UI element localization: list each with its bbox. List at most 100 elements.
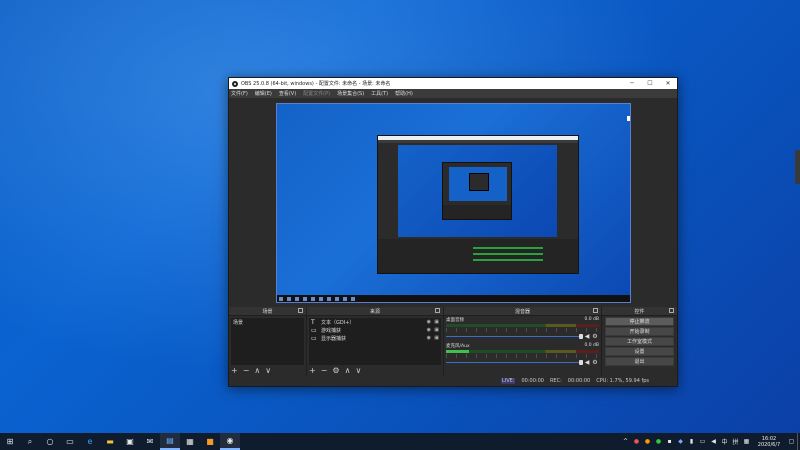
eye-icon[interactable]: ◉ (427, 327, 431, 333)
source-settings-button[interactable]: ⚙ (332, 366, 339, 375)
edge-icon[interactable]: e (80, 433, 100, 450)
move-scene-up-button[interactable]: ∧ (254, 366, 260, 375)
speaker-icon[interactable]: ◀ (583, 359, 591, 366)
obs-window: OBS 25.0.8 (64-bit, windows) - 配置文件: 未命名… (228, 77, 678, 387)
sources-dock-title: 来源 (369, 308, 380, 315)
sources-dock: 来源 T 文本（GDI+） ◉ ▣ ▭ 游戏捕获 ◉ ▣ ▭ 显示器捕获 ◉ ▣… (307, 307, 443, 376)
scenes-dock-title: 场景 (262, 308, 273, 315)
menu-help[interactable]: 帮助(H) (395, 90, 413, 97)
eye-icon[interactable]: ◉ (427, 319, 431, 325)
volume-icon[interactable]: ◀ (708, 438, 719, 445)
nested-obs-window (377, 135, 579, 274)
obs-logo-icon (232, 80, 238, 87)
window-titlebar[interactable]: OBS 25.0.8 (64-bit, windows) - 配置文件: 未命名… (229, 78, 677, 89)
screen-app-icon[interactable]: ▦ (180, 433, 200, 450)
sublime-icon[interactable]: ■ (200, 433, 220, 450)
sources-dock-header: 来源 (307, 307, 443, 316)
photos-icon[interactable]: ▤ (160, 433, 180, 450)
chevron-up-icon[interactable]: ^ (620, 438, 631, 445)
eye-icon[interactable]: ◉ (427, 335, 431, 341)
system-tray: ^ ● ● ● ▪ ◆ ▮ ▭ ◀ 中 拼 ▦ 16:02 2020/6/7 ▢ (620, 433, 800, 450)
undock-icon[interactable] (593, 308, 598, 313)
text-source-icon: T (311, 318, 315, 326)
exit-button[interactable]: 退出 (605, 357, 674, 366)
store-icon[interactable]: ▣ (120, 433, 140, 450)
controls-dock: 控件 停止推流 开始录制 工作室模式 设置 退出 (602, 307, 677, 376)
preview-canvas[interactable] (276, 103, 631, 303)
menu-file[interactable]: 文件(F) (231, 90, 248, 97)
volume-slider[interactable] (446, 333, 583, 339)
clock[interactable]: 16:02 2020/6/7 (752, 436, 786, 448)
preview-taskbar (277, 295, 630, 302)
taskbar: ⊞ ⌕ ○ ▭ e ▬ ▣ ✉ ▤ ▦ ■ ◉ ^ ● ● ● ▪ ◆ ▮ ▭ … (0, 433, 800, 450)
undock-icon[interactable] (298, 308, 303, 313)
obs-icon[interactable]: ◉ (220, 433, 240, 450)
app-tray-icon[interactable]: ● (642, 438, 653, 445)
undock-icon[interactable] (669, 308, 674, 313)
speaker-icon[interactable]: ◀ (583, 333, 591, 340)
mixer-channel-mic: 麦克风/Aux 0.0 dB ◀ ⚙ (446, 343, 599, 366)
mic-icon[interactable]: ▮ (686, 438, 697, 445)
window-title: OBS 25.0.8 (64-bit, windows) - 配置文件: 未命名… (241, 81, 391, 87)
edge-widget[interactable] (795, 150, 800, 184)
remove-source-button[interactable]: − (321, 366, 328, 375)
status-bar: LIVE: 00:00:00 REC: 00:00:00 CPU: 1.7%, … (229, 376, 677, 386)
move-source-up-button[interactable]: ∧ (345, 366, 351, 375)
clock-date: 2020/6/7 (757, 441, 781, 448)
move-scene-down-button[interactable]: ∨ (265, 366, 271, 375)
volume-slider[interactable] (446, 359, 583, 365)
task-view-icon[interactable]: ▭ (60, 433, 80, 450)
network-icon[interactable]: ▭ (697, 438, 708, 445)
rec-time: 00:00:00 (567, 378, 591, 384)
mail-icon[interactable]: ✉ (140, 433, 160, 450)
undock-icon[interactable] (435, 308, 440, 313)
menu-scene-collection[interactable]: 场景集合(S) (337, 90, 364, 97)
source-item-text[interactable]: T 文本（GDI+） ◉ ▣ (309, 318, 441, 326)
menu-edit[interactable]: 编辑(E) (255, 90, 272, 97)
file-explorer-icon[interactable]: ▬ (100, 433, 120, 450)
meter-fill (446, 350, 469, 353)
cortana-icon[interactable]: ○ (40, 433, 60, 450)
mixer-dock-header: 混音器 (444, 307, 601, 316)
mixer-dock: 混音器 桌面音频 0.0 dB ◀ ⚙ 麦克风/Aux 0.0 dB ◀ ⚙ (444, 307, 601, 376)
start-icon[interactable]: ⊞ (0, 433, 20, 450)
move-source-down-button[interactable]: ∨ (355, 366, 361, 375)
ime-mode-icon[interactable]: 拼 (730, 437, 741, 446)
live-time: 00:00:00 (521, 378, 544, 384)
game-capture-icon: ▭ (311, 326, 317, 334)
app-tray-icon[interactable]: ● (653, 438, 664, 445)
search-icon[interactable]: ⌕ (20, 433, 40, 450)
app-tray-icon[interactable]: ▪ (664, 438, 675, 445)
add-scene-button[interactable]: + (231, 366, 238, 375)
scene-item[interactable]: 场景 (231, 318, 304, 326)
lock-icon[interactable]: ▣ (434, 335, 439, 341)
keyboard-icon[interactable]: ▦ (741, 438, 752, 445)
gear-icon[interactable]: ⚙ (591, 333, 599, 340)
mixer-dock-title: 混音器 (514, 308, 530, 315)
volume-meter (446, 350, 599, 353)
close-button[interactable]: ✕ (659, 78, 677, 89)
start-recording-button[interactable]: 开始录制 (605, 327, 674, 336)
ime-icon[interactable]: 中 (719, 437, 730, 446)
shield-icon[interactable]: ◆ (675, 438, 686, 445)
live-label: LIVE: (500, 378, 516, 384)
menu-view[interactable]: 查看(V) (279, 90, 296, 97)
gear-icon[interactable]: ⚙ (591, 359, 599, 366)
minimize-button[interactable]: ─ (623, 78, 641, 89)
lock-icon[interactable]: ▣ (434, 327, 439, 333)
maximize-button[interactable]: ☐ (641, 78, 659, 89)
app-tray-icon[interactable]: ● (631, 438, 642, 445)
source-item-display-capture[interactable]: ▭ 显示器捕获 ◉ ▣ (309, 334, 441, 342)
cpu-fps: CPU: 1.7%, 59.94 fps (596, 378, 649, 384)
remove-scene-button[interactable]: − (243, 366, 250, 375)
notification-icon[interactable]: ▢ (786, 438, 797, 445)
mixer-channel-desktop: 桌面音频 0.0 dB ◀ ⚙ (446, 317, 599, 340)
add-source-button[interactable]: + (309, 366, 316, 375)
lock-icon[interactable]: ▣ (434, 319, 439, 325)
studio-mode-button[interactable]: 工作室模式 (605, 337, 674, 346)
source-item-game-capture[interactable]: ▭ 游戏捕获 ◉ ▣ (309, 326, 441, 334)
mouse-cursor-icon (627, 116, 630, 121)
settings-button[interactable]: 设置 (605, 347, 674, 356)
stop-streaming-button[interactable]: 停止推流 (605, 317, 674, 326)
menu-tools[interactable]: 工具(T) (371, 90, 388, 97)
